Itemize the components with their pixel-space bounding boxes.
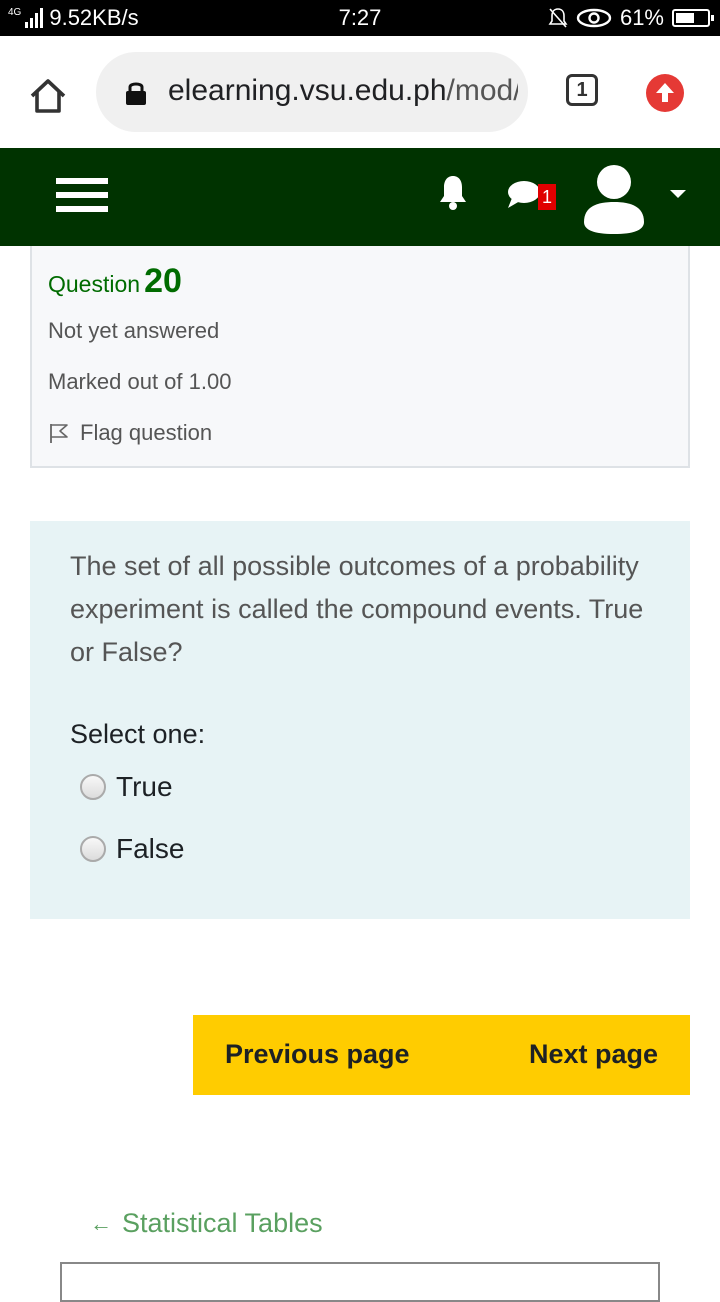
user-avatar-icon[interactable] <box>578 162 650 234</box>
question-info-panel: Question 20 Not yet answered Marked out o… <box>30 246 690 468</box>
menu-icon[interactable] <box>56 178 108 218</box>
question-label: Question <box>48 271 141 297</box>
url-path: /mod/q <box>446 74 518 107</box>
previous-activity-link[interactable]: ← Statistical Tables <box>90 1208 323 1239</box>
select-prompt: Select one: <box>70 719 206 749</box>
battery-percent: 61% <box>619 5 664 30</box>
update-button[interactable] <box>646 74 684 112</box>
flag-question-label: Flag question <box>80 420 213 445</box>
question-formulation: The set of all possible outcomes of a pr… <box>30 521 690 919</box>
mute-bell-icon <box>548 8 568 28</box>
previous-activity-label: Statistical Tables <box>122 1208 323 1238</box>
messages-icon[interactable] <box>506 178 542 212</box>
lock-icon <box>126 82 146 105</box>
flag-question-link[interactable]: Flag question <box>48 420 212 446</box>
question-grade: Marked out of 1.00 <box>48 369 232 394</box>
answer-option-false[interactable]: False <box>80 833 184 865</box>
home-icon[interactable] <box>28 76 68 116</box>
site-navbar: 1 <box>0 148 720 246</box>
question-text: The set of all possible outcomes of a pr… <box>70 551 644 667</box>
notification-bell-icon[interactable] <box>436 172 470 212</box>
tab-switcher-button[interactable]: 1 <box>566 74 598 106</box>
activity-jump-select[interactable] <box>60 1262 660 1302</box>
address-bar[interactable]: elearning.vsu.edu.ph/mod/q <box>96 52 528 132</box>
question-number: Question 20 <box>48 262 182 301</box>
eye-icon <box>576 8 612 28</box>
question-number-value: 20 <box>144 262 182 300</box>
flag-icon <box>50 424 68 443</box>
page-navigation: Previous page Next page <box>193 1015 690 1095</box>
status-right: 61% <box>548 5 714 31</box>
answer-label-false: False <box>116 833 185 864</box>
url-text: elearning.vsu.edu.ph/mod/q <box>168 74 518 108</box>
message-count-badge: 1 <box>538 184 556 210</box>
answer-option-true[interactable]: True <box>80 771 173 803</box>
url-host: elearning.vsu.edu.ph <box>168 74 447 107</box>
browser-toolbar: elearning.vsu.edu.ph/mod/q 1 <box>0 36 720 148</box>
battery-icon <box>672 9 714 27</box>
status-bar: 4G 9.52KB/s 7:27 61% <box>0 0 720 36</box>
question-state: Not yet answered <box>48 318 220 343</box>
arrow-up-icon <box>656 83 674 102</box>
radio-true[interactable] <box>80 774 106 800</box>
previous-page-button[interactable]: Previous page <box>225 1039 410 1070</box>
answer-label-true: True <box>116 771 173 802</box>
radio-false[interactable] <box>80 836 106 862</box>
user-menu-caret-icon[interactable] <box>670 190 686 198</box>
next-page-button[interactable]: Next page <box>529 1039 658 1070</box>
arrow-left-icon: ← <box>90 1210 112 1236</box>
